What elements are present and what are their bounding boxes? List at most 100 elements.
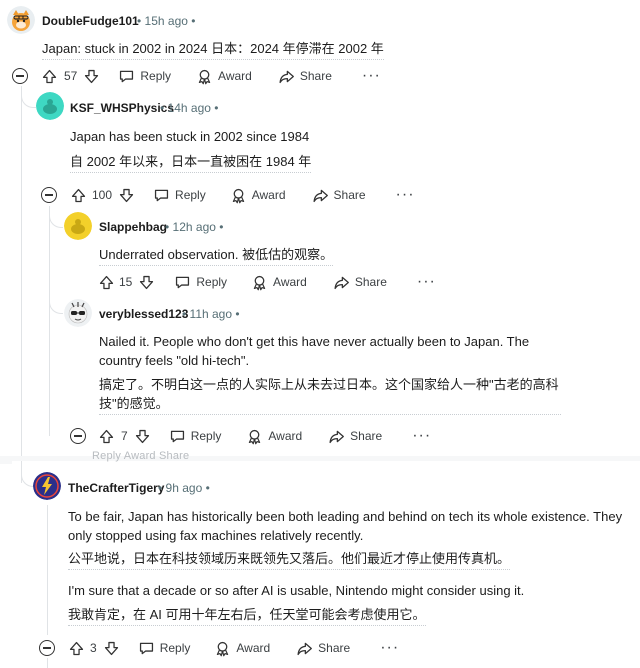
- comment-translation: 公平地说，日本在科技领域历来既领先又落后。他们最近才停止使用传真机。: [68, 549, 511, 570]
- upvote-icon: [68, 640, 85, 657]
- comment-time: • 11h ago •: [182, 307, 240, 321]
- comment-author[interactable]: TheCrafterTigery: [68, 481, 164, 495]
- reply-icon: [174, 274, 191, 291]
- snoo-avatar-icon: [64, 212, 92, 240]
- comment-body: Japan has been stuck in 2002 since 1984: [70, 129, 310, 144]
- upvote-button[interactable]: [70, 187, 87, 204]
- award-icon: [251, 274, 268, 291]
- comment-translation: 我敢肯定，在 AI 可用十年左右后，任天堂可能会考虑使用它。: [68, 605, 426, 626]
- comment-actions: 57 Reply Award Share ···: [12, 64, 381, 88]
- downvote-icon: [134, 428, 151, 445]
- reply-icon: [153, 187, 170, 204]
- reply-icon: [118, 68, 135, 85]
- vote-count: 100: [92, 188, 113, 202]
- comment-time: • 15h ago •: [137, 14, 196, 28]
- share-button[interactable]: Share: [333, 274, 387, 291]
- award-button[interactable]: Award: [251, 274, 307, 291]
- upvote-button[interactable]: [98, 428, 115, 445]
- more-icon[interactable]: ···: [380, 640, 399, 656]
- vote-count: 3: [90, 641, 97, 655]
- downvote-button[interactable]: [83, 68, 100, 85]
- thread-line: [21, 86, 22, 456]
- collapse-icon[interactable]: [41, 187, 57, 203]
- tiger-avatar-icon: [7, 6, 35, 34]
- upvote-icon: [41, 68, 58, 85]
- share-icon: [296, 640, 313, 657]
- lightning-avatar-icon: [33, 472, 61, 500]
- reply-button[interactable]: Reply: [138, 640, 190, 657]
- vote-count: 57: [64, 69, 78, 83]
- upvote-icon: [98, 428, 115, 445]
- share-button[interactable]: Share: [328, 428, 382, 445]
- comment-body: Japan: stuck in 2002 in 2024 日本：2024 年停滞…: [42, 39, 384, 60]
- collapse-icon[interactable]: [12, 68, 28, 84]
- downvote-button[interactable]: [138, 274, 155, 291]
- comment-time: • 9h ago •: [158, 481, 210, 495]
- more-icon[interactable]: ···: [362, 68, 381, 84]
- award-icon: [214, 640, 231, 657]
- reply-button[interactable]: Reply: [174, 274, 227, 291]
- award-button[interactable]: Award: [214, 640, 270, 657]
- reply-button[interactable]: Reply: [118, 68, 171, 85]
- reply-button[interactable]: Reply: [153, 187, 206, 204]
- collapse-icon[interactable]: [39, 640, 55, 656]
- share-icon: [328, 428, 345, 445]
- share-icon: [312, 187, 329, 204]
- thread-elbow: [49, 228, 63, 314]
- downvote-button[interactable]: [134, 428, 151, 445]
- downvote-button[interactable]: [103, 640, 120, 657]
- downvote-icon: [138, 274, 155, 291]
- more-icon[interactable]: ···: [412, 428, 431, 444]
- upvote-button[interactable]: [68, 640, 85, 657]
- comment-time: • 14h ago •: [160, 101, 219, 115]
- comment-body: To be fair, Japan has historically been …: [68, 509, 623, 543]
- award-icon: [230, 187, 247, 204]
- comment-author[interactable]: veryblessed123: [99, 307, 188, 321]
- comment-translation: 自 2002 年以来，日本一直被困在 1984 年: [70, 152, 312, 173]
- sunglasses-avatar-icon: [64, 299, 92, 327]
- reply-button[interactable]: Reply: [169, 428, 221, 445]
- vote-count: 7: [121, 429, 128, 443]
- award-icon: [196, 68, 213, 85]
- upvote-button[interactable]: [41, 68, 58, 85]
- reply-icon: [138, 640, 155, 657]
- upvote-icon: [98, 274, 115, 291]
- comment-translation: 搞定了。不明白这一点的人实际上从未去过日本。这个国家给人一种"古老的高科技"的感…: [99, 375, 561, 415]
- upvote-button[interactable]: [98, 274, 115, 291]
- avatar[interactable]: [64, 299, 92, 327]
- share-button[interactable]: Share: [278, 68, 332, 85]
- share-icon: [278, 68, 295, 85]
- comment-body: Underrated observation. 被低估的观察。: [99, 245, 334, 266]
- vote-count: 15: [119, 275, 133, 289]
- avatar[interactable]: [7, 6, 35, 34]
- avatar[interactable]: [33, 472, 61, 500]
- comment-time: • 12h ago •: [165, 220, 224, 234]
- thread-line: [47, 505, 48, 635]
- share-button[interactable]: Share: [312, 187, 366, 204]
- comment-actions: 3 Reply Award Share ···: [39, 636, 399, 660]
- more-icon[interactable]: ···: [396, 187, 415, 203]
- comment-actions: 7 Reply Award Share ···: [70, 424, 431, 448]
- downvote-icon: [103, 640, 120, 657]
- upvote-icon: [70, 187, 87, 204]
- reply-icon: [169, 428, 186, 445]
- award-icon: [246, 428, 263, 445]
- comment-actions: 15 Reply Award Share ···: [98, 270, 436, 294]
- award-button[interactable]: Award: [246, 428, 302, 445]
- comment-body: I'm sure that a decade or so after AI is…: [68, 583, 525, 598]
- collapse-icon[interactable]: [70, 428, 86, 444]
- avatar[interactable]: [36, 92, 64, 120]
- comment-author[interactable]: DoubleFudge101: [42, 14, 139, 28]
- award-button[interactable]: Award: [196, 68, 252, 85]
- comment-body: Nailed it. People who don't get this hav…: [99, 334, 530, 368]
- downvote-button[interactable]: [118, 187, 135, 204]
- downvote-icon: [83, 68, 100, 85]
- downvote-icon: [118, 187, 135, 204]
- share-button[interactable]: Share: [296, 640, 350, 657]
- comment-author[interactable]: Slappehbag: [99, 220, 167, 234]
- comment-author[interactable]: KSF_WHSPhysics: [70, 101, 174, 115]
- award-button[interactable]: Award: [230, 187, 286, 204]
- avatar[interactable]: [64, 212, 92, 240]
- snoo-avatar-icon: [36, 92, 64, 120]
- more-icon[interactable]: ···: [417, 274, 436, 290]
